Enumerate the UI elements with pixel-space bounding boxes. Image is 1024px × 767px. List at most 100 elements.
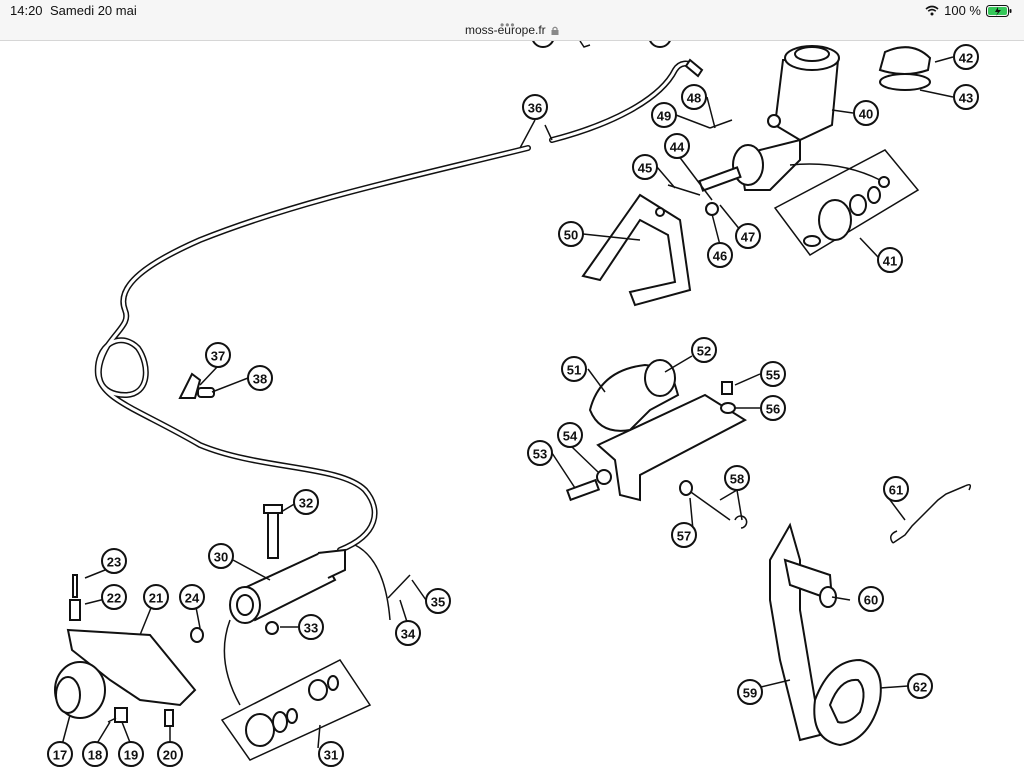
callout-49: 49 bbox=[651, 102, 677, 128]
callout-42: 42 bbox=[953, 44, 979, 70]
callout-31: 31 bbox=[318, 741, 344, 767]
svg-text:33: 33 bbox=[304, 621, 318, 636]
callout-61: 61 bbox=[883, 476, 909, 502]
svg-text:24: 24 bbox=[185, 591, 200, 606]
svg-text:48: 48 bbox=[687, 91, 701, 106]
svg-text:61: 61 bbox=[889, 483, 903, 498]
callout-36: 36 bbox=[522, 94, 548, 120]
svg-text:52: 52 bbox=[697, 344, 711, 359]
callout-50: 50 bbox=[558, 221, 584, 247]
callout-19: 19 bbox=[118, 741, 144, 767]
svg-text:59: 59 bbox=[743, 686, 757, 701]
callout-54: 54 bbox=[557, 422, 583, 448]
callout-17: 17 bbox=[47, 741, 73, 767]
callout-58: 58 bbox=[724, 465, 750, 491]
svg-text:45: 45 bbox=[638, 161, 652, 176]
svg-text:51: 51 bbox=[567, 363, 581, 378]
callout-60: 60 bbox=[858, 586, 884, 612]
wifi-icon bbox=[925, 5, 939, 16]
svg-text:32: 32 bbox=[299, 496, 313, 511]
svg-text:46: 46 bbox=[713, 249, 727, 264]
svg-text:55: 55 bbox=[766, 368, 780, 383]
status-time: 14:20 bbox=[10, 3, 43, 18]
svg-text:22: 22 bbox=[107, 591, 121, 606]
callout-52: 52 bbox=[691, 337, 717, 363]
svg-text:54: 54 bbox=[563, 429, 578, 444]
callout-37: 37 bbox=[205, 342, 231, 368]
svg-text:36: 36 bbox=[528, 101, 542, 116]
callout-18: 18 bbox=[82, 741, 108, 767]
bracket-50 bbox=[581, 193, 692, 307]
clip-37 bbox=[178, 372, 215, 399]
slave-cylinder bbox=[223, 504, 411, 706]
callout-43: 43 bbox=[953, 84, 979, 110]
callout-20: 20 bbox=[157, 741, 183, 767]
svg-text:56: 56 bbox=[766, 402, 780, 417]
svg-text:38: 38 bbox=[253, 372, 267, 387]
url-text: moss-europe.fr bbox=[464, 23, 546, 37]
svg-text:30: 30 bbox=[214, 550, 228, 565]
slave-bracket bbox=[565, 359, 748, 529]
svg-text:57: 57 bbox=[677, 529, 691, 544]
svg-text:47: 47 bbox=[741, 230, 755, 245]
svg-text:43: 43 bbox=[959, 91, 973, 106]
callout-33: 33 bbox=[298, 614, 324, 640]
clutch-parts-diagram: 17 18 19 20 21 22 23 24 30 31 32 33 34 3… bbox=[47, 41, 979, 767]
callout-44: 44 bbox=[664, 133, 690, 159]
svg-text:23: 23 bbox=[107, 555, 121, 570]
svg-text:58: 58 bbox=[730, 472, 744, 487]
svg-text:62: 62 bbox=[913, 680, 927, 695]
svg-text:60: 60 bbox=[864, 593, 878, 608]
callout-62: 62 bbox=[907, 673, 933, 699]
seal-kit-41 bbox=[773, 149, 920, 256]
svg-text:53: 53 bbox=[533, 447, 547, 462]
status-date: Samedi 20 mai bbox=[50, 3, 137, 18]
svg-text:18: 18 bbox=[88, 748, 102, 763]
callout-30: 30 bbox=[208, 543, 234, 569]
callout-24: 24 bbox=[179, 584, 205, 610]
callout-47: 47 bbox=[735, 223, 761, 249]
callout-53: 53 bbox=[527, 440, 553, 466]
svg-text:41: 41 bbox=[883, 254, 897, 269]
svg-text:35: 35 bbox=[431, 595, 445, 610]
callout-41: 41 bbox=[877, 247, 903, 273]
callout-38: 38 bbox=[247, 365, 273, 391]
callout-57: 57 bbox=[671, 522, 697, 548]
callout-40: 40 bbox=[853, 100, 879, 126]
seal-kit-31 bbox=[220, 659, 372, 761]
lock-icon bbox=[551, 26, 559, 35]
status-right: 100 % bbox=[925, 3, 1012, 18]
callout-48: 48 bbox=[681, 84, 707, 110]
svg-text:49: 49 bbox=[657, 109, 671, 124]
svg-text:21: 21 bbox=[149, 591, 163, 606]
callout-46: 46 bbox=[707, 242, 733, 268]
callout-34: 34 bbox=[395, 620, 421, 646]
clutch-pedal bbox=[769, 522, 882, 747]
svg-text:19: 19 bbox=[124, 748, 138, 763]
master-cylinder bbox=[667, 45, 932, 216]
callout-59: 59 bbox=[737, 679, 763, 705]
svg-text:42: 42 bbox=[959, 51, 973, 66]
svg-text:17: 17 bbox=[53, 748, 67, 763]
callout-22: 22 bbox=[101, 584, 127, 610]
battery-charging-icon bbox=[986, 4, 1012, 17]
battery-percent: 100 % bbox=[944, 3, 981, 18]
svg-text:50: 50 bbox=[564, 228, 578, 243]
callout-23: 23 bbox=[101, 548, 127, 574]
callout-56: 56 bbox=[760, 395, 786, 421]
callout-55: 55 bbox=[760, 361, 786, 387]
callout-32: 32 bbox=[293, 489, 319, 515]
leader-lines bbox=[61, 56, 954, 749]
callout-51: 51 bbox=[561, 356, 587, 382]
browser-address-bar[interactable]: ••• moss-europe.fr bbox=[0, 18, 1024, 41]
partial-callouts-top bbox=[532, 41, 671, 48]
callout-35: 35 bbox=[425, 588, 451, 614]
svg-text:20: 20 bbox=[163, 748, 177, 763]
svg-text:40: 40 bbox=[859, 107, 873, 122]
url-display[interactable]: moss-europe.fr bbox=[0, 23, 1024, 37]
svg-text:34: 34 bbox=[401, 627, 416, 642]
svg-text:44: 44 bbox=[670, 140, 685, 155]
svg-text:37: 37 bbox=[211, 349, 225, 364]
svg-text:31: 31 bbox=[324, 748, 338, 763]
callout-21: 21 bbox=[143, 584, 169, 610]
